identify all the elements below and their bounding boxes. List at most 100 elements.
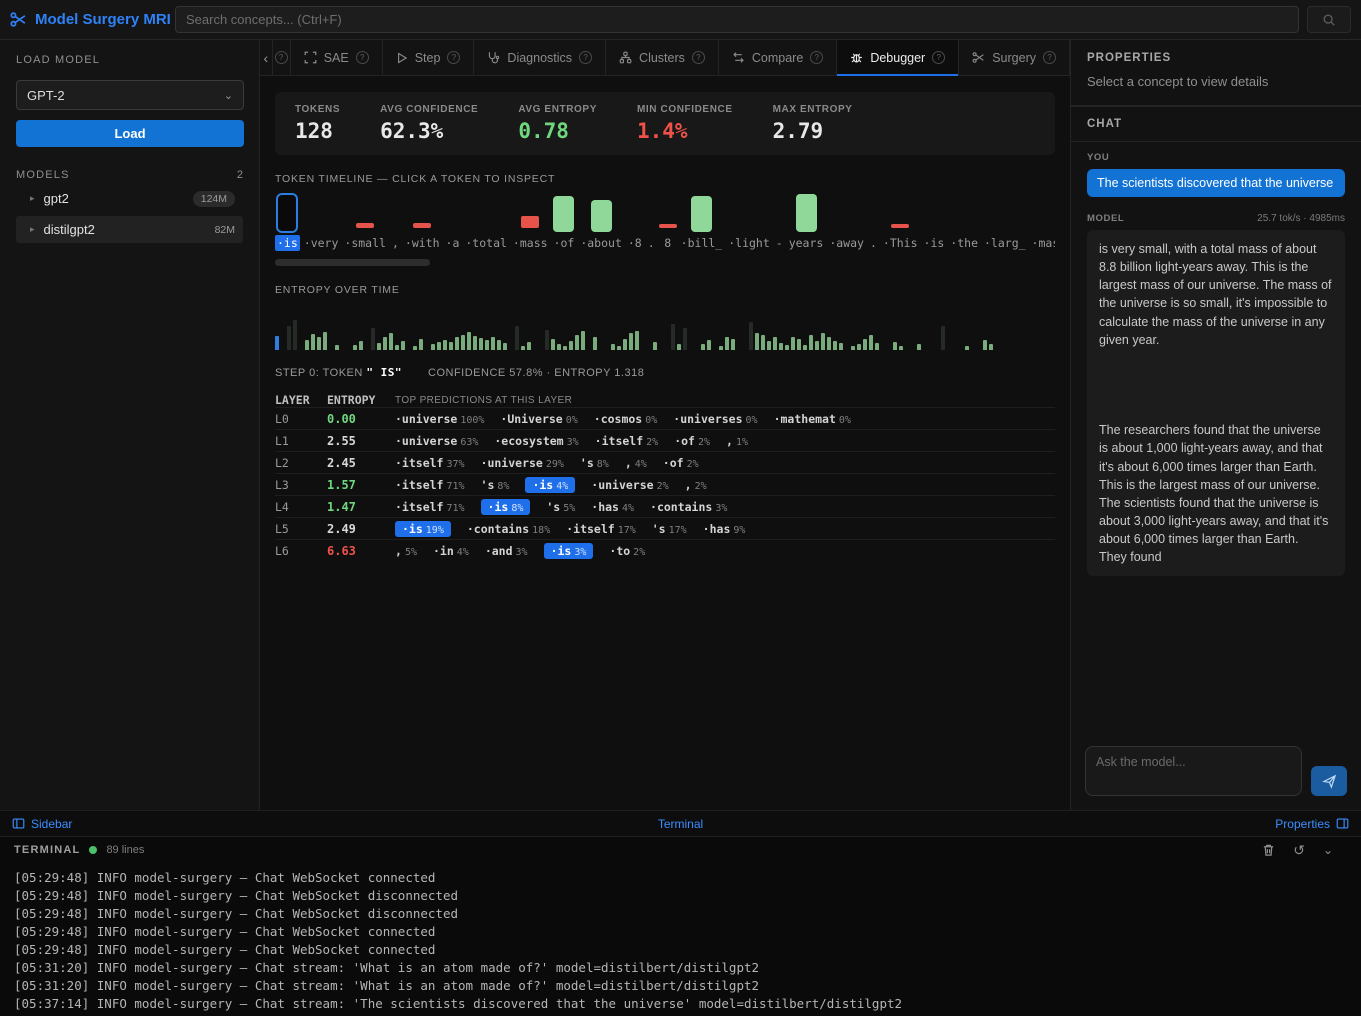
compare-icon	[732, 51, 745, 64]
timeline-token[interactable]: ·light	[726, 189, 772, 251]
terminal-refresh-button[interactable]: ↺	[1293, 842, 1305, 859]
timeline-token[interactable]: ·mass	[1030, 189, 1055, 251]
token-label: ·about	[578, 235, 624, 251]
stat-label: MAX ENTROPY	[773, 104, 853, 115]
timeline-token[interactable]: ·bill_	[679, 189, 725, 251]
token-bar-area	[659, 189, 677, 235]
tab-diagnostics[interactable]: Diagnostics?	[474, 40, 606, 75]
token-label: ·total	[463, 235, 509, 251]
statusbar-sidebar-toggle[interactable]: Sidebar	[12, 817, 72, 831]
entropy-bar	[767, 341, 771, 350]
timeline-token[interactable]: ·away	[827, 189, 866, 251]
token-bar-area	[891, 189, 909, 235]
timeline-token[interactable]: .	[646, 189, 657, 251]
help-circle-icon[interactable]: ?	[447, 51, 460, 64]
layer-entropy: 2.45	[327, 456, 395, 470]
terminal-clear-button[interactable]	[1262, 842, 1275, 859]
tab-surgery[interactable]: Surgery?	[959, 40, 1070, 75]
tab-help-button[interactable]: ?	[273, 40, 291, 75]
entropy-bar	[815, 341, 819, 350]
timeline-token[interactable]: ·very	[302, 189, 341, 251]
refresh-icon: ↺	[1293, 842, 1305, 859]
prediction: ,5%	[395, 544, 417, 558]
timeline-token[interactable]: -	[774, 189, 785, 251]
entropy-bar	[563, 346, 567, 350]
prediction-percent: 3%	[715, 503, 727, 514]
help-circle-icon[interactable]: ?	[579, 51, 592, 64]
terminal-output: [05:29:48] INFO model-surgery — Chat Web…	[0, 863, 1361, 1016]
prediction-percent: 18%	[532, 525, 550, 536]
entropy-bar	[677, 344, 681, 350]
send-button[interactable]	[1311, 766, 1347, 796]
statusbar-properties-toggle[interactable]: Properties	[1275, 817, 1349, 831]
tab-label: Surgery	[992, 51, 1036, 65]
model-row-distilgpt2[interactable]: ▸distilgpt282M	[16, 216, 243, 243]
token-label: -	[774, 235, 785, 251]
load-button[interactable]: Load	[16, 120, 244, 147]
panel-left-icon	[12, 817, 25, 830]
timeline-scrollbar[interactable]	[275, 259, 430, 266]
prediction: ·has4%	[591, 500, 634, 514]
tab-step[interactable]: Step?	[383, 40, 475, 75]
token-label: ·a	[444, 235, 462, 251]
entropy-bar	[323, 332, 327, 350]
model-size-badge: 82M	[215, 224, 235, 236]
layer-row-l5: L52.49·is19%·contains18%·itself17%'s17%·…	[275, 517, 1055, 539]
timeline-token[interactable]: ·the	[948, 189, 980, 251]
search-button[interactable]	[1307, 6, 1351, 33]
timeline-token[interactable]: ·a	[444, 189, 462, 251]
entropy-chart-title: ENTROPY OVER TIME	[275, 284, 1055, 296]
timeline-token[interactable]: ·is	[275, 189, 300, 251]
chevron-down-icon: ⌄	[1323, 843, 1333, 857]
help-circle-icon[interactable]: ?	[356, 51, 369, 64]
prediction-percent: 0%	[839, 415, 851, 426]
timeline-token[interactable]: ·larg_	[982, 189, 1028, 251]
prediction: ·itself71%	[395, 478, 465, 492]
model-select[interactable]: GPT-2 ⌄	[16, 80, 244, 110]
prediction: ,1%	[726, 434, 748, 448]
prediction: ·universe100%	[395, 412, 484, 426]
terminal-collapse-button[interactable]: ⌄	[1323, 842, 1333, 859]
search-input[interactable]	[175, 6, 1299, 33]
statusbar-terminal-toggle[interactable]: Terminal	[658, 817, 703, 831]
tab-label: Diagnostics	[507, 51, 572, 65]
models-count: 2	[237, 169, 243, 181]
entropy-bar	[287, 326, 291, 350]
chat-input[interactable]	[1085, 746, 1302, 796]
tab-sae[interactable]: SAE?	[291, 40, 383, 75]
help-circle-icon[interactable]: ?	[1043, 51, 1056, 64]
tab-compare[interactable]: Compare?	[719, 40, 837, 75]
timeline-token[interactable]: ·total	[463, 189, 509, 251]
timeline-token[interactable]: ·small	[342, 189, 388, 251]
prediction-token: ·is	[402, 522, 423, 536]
terminal-lines-count: 89 lines	[106, 844, 144, 856]
timeline-token[interactable]: ·with	[403, 189, 442, 251]
model-row-gpt2[interactable]: ▸gpt2124M	[16, 185, 243, 212]
timeline-token[interactable]: years	[787, 189, 826, 251]
prediction: ·mathemat0%	[774, 412, 851, 426]
chat-clear-button[interactable]	[1332, 117, 1345, 131]
tabs-back-button[interactable]: ‹	[260, 40, 273, 75]
chat-title: CHAT	[1087, 118, 1290, 130]
chat-settings-button[interactable]	[1304, 117, 1318, 131]
help-circle-icon[interactable]: ?	[692, 51, 705, 64]
help-circle-icon[interactable]: ?	[932, 51, 945, 64]
tab-debugger[interactable]: Debugger?	[837, 40, 959, 75]
tab-clusters[interactable]: Clusters?	[606, 40, 719, 75]
timeline-token[interactable]: ·about	[578, 189, 624, 251]
timeline-token[interactable]: .	[868, 189, 879, 251]
expand-triangle-icon[interactable]: ▸	[30, 224, 35, 235]
token-bar-area	[553, 189, 574, 235]
timeline-token[interactable]: ·This	[881, 189, 920, 251]
timeline-token[interactable]: ,	[390, 189, 401, 251]
token-label: ·the	[948, 235, 980, 251]
timeline-token[interactable]: ·is	[922, 189, 947, 251]
timeline-token[interactable]: 8	[659, 189, 677, 251]
timeline-token[interactable]: ·8	[626, 189, 644, 251]
timeline-token[interactable]: ·of	[552, 189, 577, 251]
timeline-token[interactable]: ·mass	[511, 189, 550, 251]
entropy-bar	[611, 344, 615, 350]
prediction: ·has9%	[703, 522, 746, 536]
expand-triangle-icon[interactable]: ▸	[30, 193, 35, 204]
help-circle-icon[interactable]: ?	[810, 51, 823, 64]
